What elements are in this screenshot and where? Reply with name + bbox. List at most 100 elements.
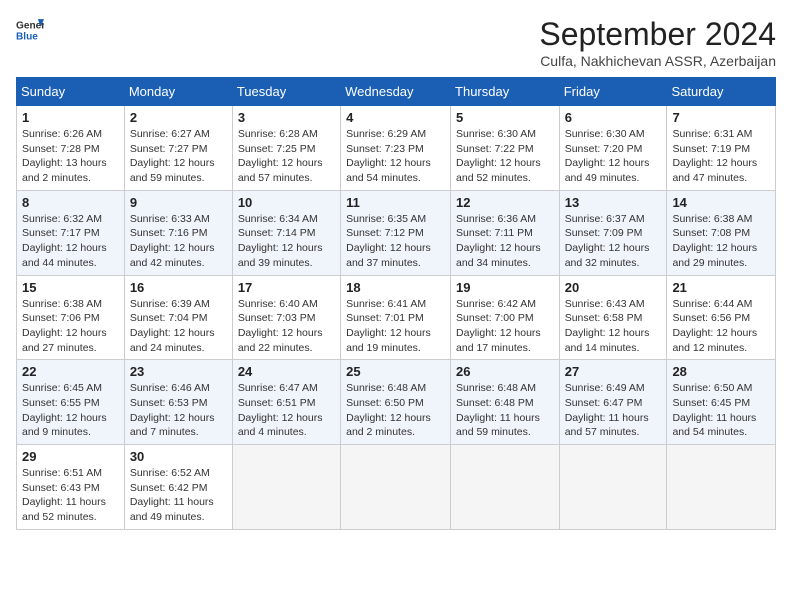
calendar-cell: 4 Sunrise: 6:29 AMSunset: 7:23 PMDaylight… [341,106,451,191]
calendar-cell: 1 Sunrise: 6:26 AMSunset: 7:28 PMDaylight… [17,106,125,191]
month-title: September 2024 [539,16,776,53]
calendar-cell: 22 Sunrise: 6:45 AMSunset: 6:55 PMDayligh… [17,360,125,445]
day-header-wednesday: Wednesday [341,78,451,106]
day-info: Sunrise: 6:48 AMSunset: 6:48 PMDaylight:… [456,381,554,440]
day-info: Sunrise: 6:37 AMSunset: 7:09 PMDaylight:… [565,212,662,271]
calendar-cell: 6 Sunrise: 6:30 AMSunset: 7:20 PMDaylight… [559,106,667,191]
calendar-cell: 23 Sunrise: 6:46 AMSunset: 6:53 PMDayligh… [124,360,232,445]
calendar-cell: 16 Sunrise: 6:39 AMSunset: 7:04 PMDayligh… [124,275,232,360]
day-number: 29 [22,449,119,464]
calendar-cell: 12 Sunrise: 6:36 AMSunset: 7:11 PMDayligh… [451,190,560,275]
day-info: Sunrise: 6:40 AMSunset: 7:03 PMDaylight:… [238,297,335,356]
day-info: Sunrise: 6:30 AMSunset: 7:20 PMDaylight:… [565,127,662,186]
day-number: 27 [565,364,662,379]
day-number: 13 [565,195,662,210]
day-info: Sunrise: 6:44 AMSunset: 6:56 PMDaylight:… [672,297,770,356]
day-info: Sunrise: 6:32 AMSunset: 7:17 PMDaylight:… [22,212,119,271]
calendar-cell: 13 Sunrise: 6:37 AMSunset: 7:09 PMDayligh… [559,190,667,275]
day-info: Sunrise: 6:50 AMSunset: 6:45 PMDaylight:… [672,381,770,440]
calendar-cell: 24 Sunrise: 6:47 AMSunset: 6:51 PMDayligh… [232,360,340,445]
day-info: Sunrise: 6:42 AMSunset: 7:00 PMDaylight:… [456,297,554,356]
calendar-cell [667,445,776,530]
title-block: September 2024 Culfa, Nakhichevan ASSR, … [539,16,776,69]
day-info: Sunrise: 6:47 AMSunset: 6:51 PMDaylight:… [238,381,335,440]
day-number: 22 [22,364,119,379]
svg-text:Blue: Blue [16,31,38,42]
calendar-cell: 3 Sunrise: 6:28 AMSunset: 7:25 PMDaylight… [232,106,340,191]
calendar-cell: 20 Sunrise: 6:43 AMSunset: 6:58 PMDayligh… [559,275,667,360]
day-number: 2 [130,110,227,125]
day-number: 21 [672,280,770,295]
calendar-cell [232,445,340,530]
calendar-cell: 15 Sunrise: 6:38 AMSunset: 7:06 PMDayligh… [17,275,125,360]
calendar-cell: 5 Sunrise: 6:30 AMSunset: 7:22 PMDaylight… [451,106,560,191]
day-info: Sunrise: 6:48 AMSunset: 6:50 PMDaylight:… [346,381,445,440]
calendar-cell: 29 Sunrise: 6:51 AMSunset: 6:43 PMDayligh… [17,445,125,530]
day-info: Sunrise: 6:31 AMSunset: 7:19 PMDaylight:… [672,127,770,186]
calendar-cell: 21 Sunrise: 6:44 AMSunset: 6:56 PMDayligh… [667,275,776,360]
day-number: 23 [130,364,227,379]
day-info: Sunrise: 6:29 AMSunset: 7:23 PMDaylight:… [346,127,445,186]
day-info: Sunrise: 6:51 AMSunset: 6:43 PMDaylight:… [22,466,119,525]
day-info: Sunrise: 6:49 AMSunset: 6:47 PMDaylight:… [565,381,662,440]
day-info: Sunrise: 6:43 AMSunset: 6:58 PMDaylight:… [565,297,662,356]
day-number: 19 [456,280,554,295]
calendar-cell: 7 Sunrise: 6:31 AMSunset: 7:19 PMDaylight… [667,106,776,191]
calendar-week-3: 15 Sunrise: 6:38 AMSunset: 7:06 PMDayligh… [17,275,776,360]
calendar-week-1: 1 Sunrise: 6:26 AMSunset: 7:28 PMDaylight… [17,106,776,191]
day-number: 3 [238,110,335,125]
day-number: 30 [130,449,227,464]
calendar-cell: 11 Sunrise: 6:35 AMSunset: 7:12 PMDayligh… [341,190,451,275]
calendar-cell [559,445,667,530]
day-info: Sunrise: 6:45 AMSunset: 6:55 PMDaylight:… [22,381,119,440]
day-number: 17 [238,280,335,295]
day-number: 24 [238,364,335,379]
calendar-week-5: 29 Sunrise: 6:51 AMSunset: 6:43 PMDayligh… [17,445,776,530]
day-number: 10 [238,195,335,210]
day-number: 18 [346,280,445,295]
day-number: 25 [346,364,445,379]
day-number: 7 [672,110,770,125]
calendar-cell: 30Sunrise: 6:52 AMSunset: 6:42 PMDayligh… [124,445,232,530]
day-number: 15 [22,280,119,295]
day-header-saturday: Saturday [667,78,776,106]
day-number: 9 [130,195,227,210]
day-number: 11 [346,195,445,210]
day-number: 20 [565,280,662,295]
day-header-tuesday: Tuesday [232,78,340,106]
day-number: 14 [672,195,770,210]
calendar-cell: 25 Sunrise: 6:48 AMSunset: 6:50 PMDayligh… [341,360,451,445]
day-info: Sunrise: 6:39 AMSunset: 7:04 PMDaylight:… [130,297,227,356]
calendar-week-4: 22 Sunrise: 6:45 AMSunset: 6:55 PMDayligh… [17,360,776,445]
day-info: Sunrise: 6:27 AMSunset: 7:27 PMDaylight:… [130,127,227,186]
day-number: 5 [456,110,554,125]
logo-icon: General Blue [16,16,44,44]
day-number: 1 [22,110,119,125]
calendar-cell: 14 Sunrise: 6:38 AMSunset: 7:08 PMDayligh… [667,190,776,275]
day-info: Sunrise: 6:38 AMSunset: 7:06 PMDaylight:… [22,297,119,356]
day-number: 12 [456,195,554,210]
logo: General Blue [16,16,44,44]
calendar-cell [451,445,560,530]
day-info: Sunrise: 6:30 AMSunset: 7:22 PMDaylight:… [456,127,554,186]
day-info: Sunrise: 6:41 AMSunset: 7:01 PMDaylight:… [346,297,445,356]
day-info: Sunrise: 6:38 AMSunset: 7:08 PMDaylight:… [672,212,770,271]
day-info: Sunrise: 6:28 AMSunset: 7:25 PMDaylight:… [238,127,335,186]
day-header-sunday: Sunday [17,78,125,106]
day-number: 6 [565,110,662,125]
day-info: Sunrise: 6:34 AMSunset: 7:14 PMDaylight:… [238,212,335,271]
calendar-cell: 2 Sunrise: 6:27 AMSunset: 7:27 PMDaylight… [124,106,232,191]
day-info: Sunrise: 6:26 AMSunset: 7:28 PMDaylight:… [22,127,119,186]
calendar-header-row: SundayMondayTuesdayWednesdayThursdayFrid… [17,78,776,106]
day-info: Sunrise: 6:35 AMSunset: 7:12 PMDaylight:… [346,212,445,271]
day-number: 28 [672,364,770,379]
calendar-cell: 27 Sunrise: 6:49 AMSunset: 6:47 PMDayligh… [559,360,667,445]
calendar-cell: 17 Sunrise: 6:40 AMSunset: 7:03 PMDayligh… [232,275,340,360]
day-header-monday: Monday [124,78,232,106]
day-info: Sunrise: 6:46 AMSunset: 6:53 PMDaylight:… [130,381,227,440]
day-info: Sunrise: 6:36 AMSunset: 7:11 PMDaylight:… [456,212,554,271]
day-number: 16 [130,280,227,295]
day-header-friday: Friday [559,78,667,106]
day-number: 4 [346,110,445,125]
calendar-table: SundayMondayTuesdayWednesdayThursdayFrid… [16,77,776,530]
